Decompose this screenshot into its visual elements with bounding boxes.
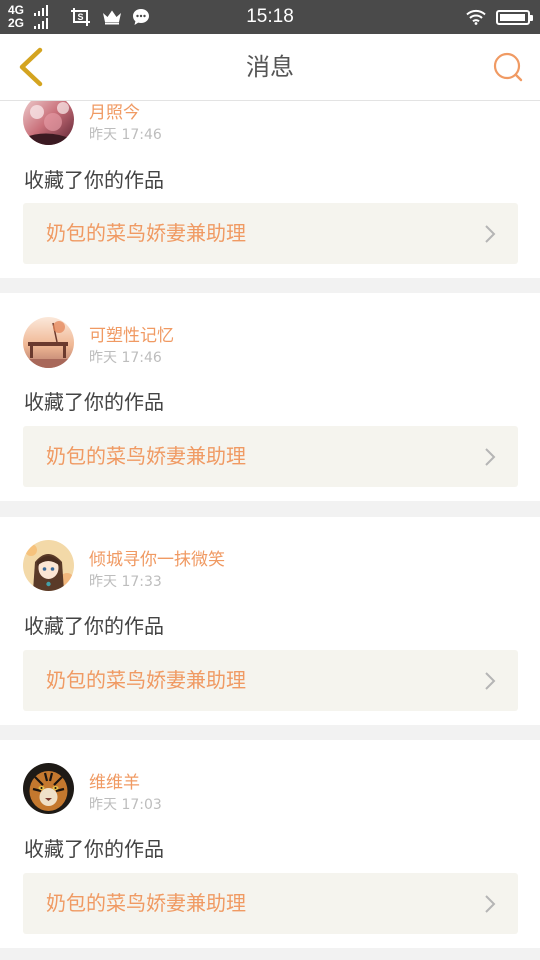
work-title: 奶包的菜鸟娇妻兼助理 [46,668,246,692]
wifi-icon [466,9,486,25]
avatar[interactable] [23,101,74,145]
user-name[interactable]: 维维羊 [89,768,140,793]
notification-item: 维维羊 昨天 17:03 收藏了你的作品 奶包的菜鸟娇妻兼助理 [0,740,540,948]
work-title: 奶包的菜鸟娇妻兼助理 [46,444,246,468]
chevron-right-icon [485,225,496,243]
notification-list[interactable]: 月照今 昨天 17:46 收藏了你的作品 奶包的菜鸟娇妻兼助理 可塑性记忆 昨天… [0,101,540,960]
work-link[interactable]: 奶包的菜鸟娇妻兼助理 [23,426,518,487]
chevron-right-icon [485,672,496,690]
notification-item: 月照今 昨天 17:46 收藏了你的作品 奶包的菜鸟娇妻兼助理 [0,101,540,278]
status-bar: 4G 2G S 15:18 [0,0,540,34]
navigation-bar: 消息 [0,34,540,101]
action-text: 收藏了你的作品 [24,614,164,638]
action-text: 收藏了你的作品 [24,390,164,414]
battery-icon [496,9,533,25]
avatar[interactable] [23,540,74,591]
notification-item: 可塑性记忆 昨天 17:46 收藏了你的作品 奶包的菜鸟娇妻兼助理 [0,293,540,501]
status-right [466,0,533,34]
action-text: 收藏了你的作品 [24,168,164,192]
search-icon [493,52,523,82]
timestamp: 昨天 17:46 [89,127,162,143]
search-button[interactable] [488,47,528,87]
chevron-right-icon [485,448,496,466]
user-name[interactable]: 月照今 [89,101,140,123]
user-name[interactable]: 可塑性记忆 [89,321,174,346]
chevron-right-icon [485,895,496,913]
user-name[interactable]: 倾城寻你一抹微笑 [89,545,225,570]
avatar[interactable] [23,763,74,814]
timestamp: 昨天 17:46 [89,350,162,366]
avatar[interactable] [23,317,74,368]
work-link[interactable]: 奶包的菜鸟娇妻兼助理 [23,203,518,264]
work-link[interactable]: 奶包的菜鸟娇妻兼助理 [23,873,518,934]
status-time: 15:18 [246,6,294,27]
screen: 4G 2G S 15:18 消息 月照今 昨天 17:46 收藏了你的作品 奶包… [0,0,540,960]
timestamp: 昨天 17:03 [89,797,162,813]
notification-item: 倾城寻你一抹微笑 昨天 17:33 收藏了你的作品 奶包的菜鸟娇妻兼助理 [0,517,540,725]
action-text: 收藏了你的作品 [24,837,164,861]
page-title: 消息 [246,53,294,81]
timestamp: 昨天 17:33 [89,574,162,590]
work-title: 奶包的菜鸟娇妻兼助理 [46,891,246,915]
battery-level [500,13,525,21]
work-title: 奶包的菜鸟娇妻兼助理 [46,221,246,245]
work-link[interactable]: 奶包的菜鸟娇妻兼助理 [23,650,518,711]
